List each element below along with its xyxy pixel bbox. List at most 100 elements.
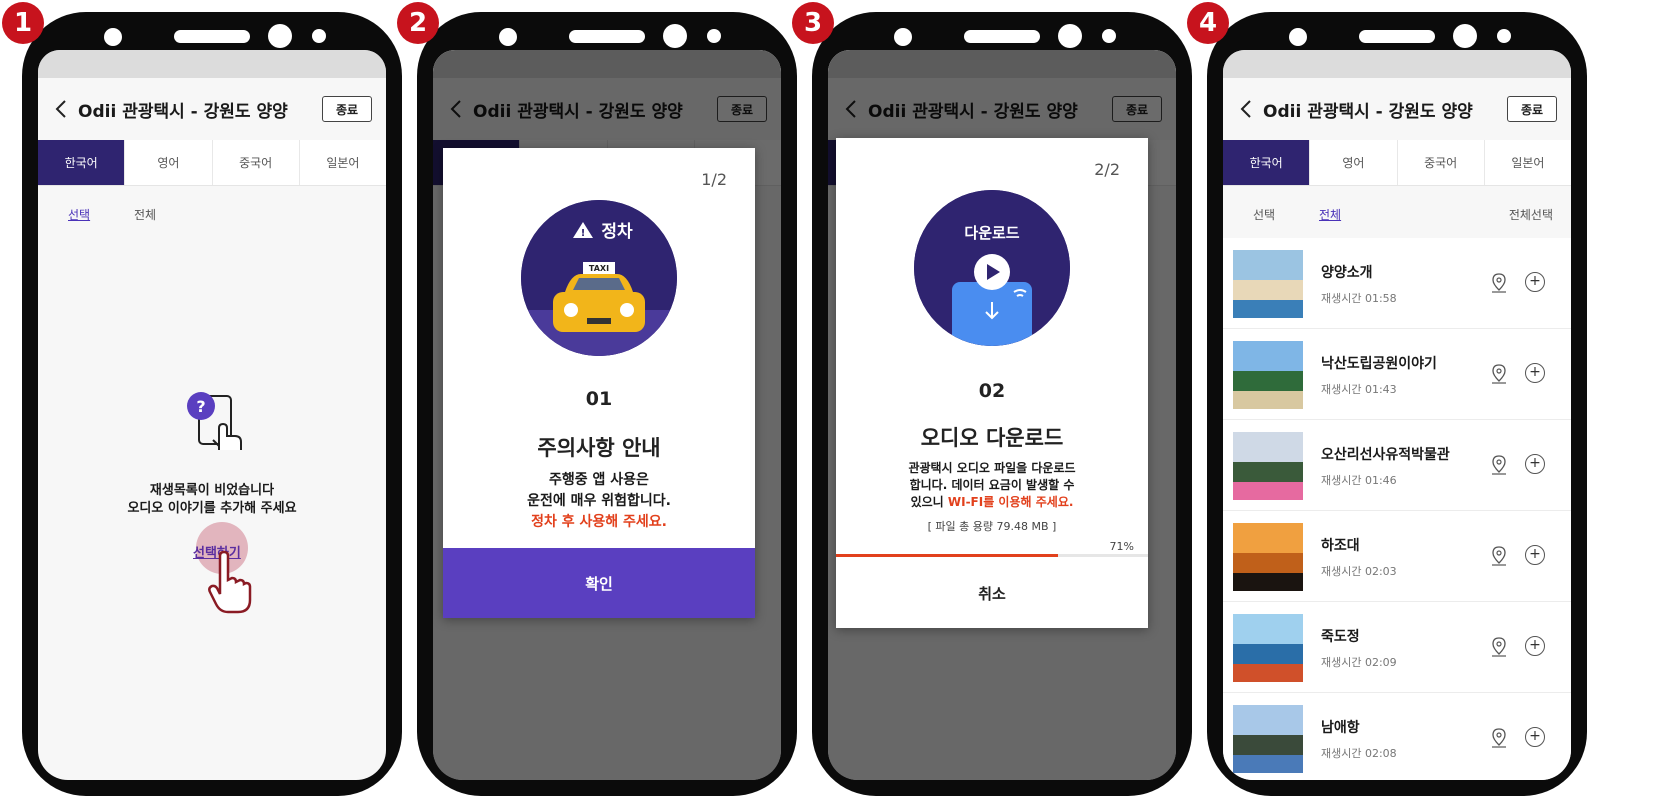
body-line-3: 있으니 WI-FI를 이용해 주세요.: [836, 494, 1148, 511]
list-item[interactable]: 남애항 재생시간 02:08 +: [1223, 693, 1571, 780]
item-title: 낙산도립공원이야기: [1321, 356, 1437, 372]
list-item[interactable]: 양양소개재생시간 01:58 +: [1223, 238, 1571, 329]
app-header: Odii 관광택시 - 강원도 양양 종료: [38, 78, 386, 140]
step-badge-1: 1: [2, 2, 44, 44]
filter-all[interactable]: 전체: [134, 206, 156, 223]
empty-message: 재생목록이 비었습니다 오디오 이야기를 추가해 주세요: [38, 482, 386, 518]
filter-tabs: 선택 전체 전체선택: [1223, 186, 1571, 238]
body-line-2: 운전에 매우 위험합니다.: [527, 493, 671, 509]
body-line-3-text: 있으니: [910, 495, 948, 509]
filter-selected[interactable]: 선택: [68, 206, 90, 223]
map-pin-icon[interactable]: [1489, 545, 1509, 567]
page-indicator: 1/2: [701, 170, 727, 189]
map-pin-icon[interactable]: [1489, 636, 1509, 658]
tutorial-stage: 1 2 3 4 Odii 관광택시 - 강원도 양양 종료 한국어 영어 중국어: [0, 0, 1675, 801]
screen-4: Odii 관광택시 - 강원도 양양 종료 한국어 영어 중국어 일본어 선택 …: [1223, 50, 1571, 780]
item-duration: 재생시간 02:09: [1321, 656, 1397, 669]
phone-2: Odii 관광택시 - 강원도 양양 종료 한국어 영어 중국어 일본어 1/2…: [417, 12, 797, 796]
item-thumbnail: [1233, 432, 1303, 500]
hand-pointer-icon: [206, 550, 254, 616]
empty-line-1: 재생목록이 비었습니다: [149, 483, 275, 498]
body-line-2: 합니다. 데이터 요금이 발생할 수: [909, 478, 1075, 492]
list-item[interactable]: 하조대 재생시간 02:03 +: [1223, 511, 1571, 602]
item-title: 양양소개: [1321, 265, 1373, 281]
map-pin-icon[interactable]: [1489, 272, 1509, 294]
sensor-dot: [1497, 29, 1511, 43]
item-thumbnail: [1233, 250, 1303, 318]
tab-english[interactable]: 영어: [125, 140, 213, 185]
body-line-1: 관광택시 오디오 파일을 다운로드: [908, 461, 1076, 475]
modal-body: 주행중 앱 사용은 운전에 매우 위험합니다. 정차 후 사용해 주세요.: [443, 470, 755, 533]
back-icon[interactable]: [46, 94, 76, 124]
cancel-button[interactable]: 취소: [836, 558, 1148, 628]
map-pin-icon[interactable]: [1489, 363, 1509, 385]
language-tabs: 한국어 영어 중국어 일본어: [38, 140, 386, 186]
screen-3: Odii 관광택시 - 강원도 양양 종료 한국어 영어 중국어 일본어 2/2…: [828, 50, 1176, 780]
sensor-dot: [1058, 24, 1082, 48]
empty-line-2: 오디오 이야기를 추가해 주세요: [127, 501, 297, 516]
camera-dot: [499, 28, 517, 46]
download-illustration: 다운로드: [914, 190, 1070, 346]
page-title: Odii 관광택시 - 강원도 양양: [1263, 101, 1473, 122]
end-button[interactable]: 종료: [322, 96, 372, 122]
status-bar: [1223, 50, 1571, 78]
modal-heading: 주의사항 안내: [537, 436, 661, 460]
speaker-bar: [569, 30, 645, 43]
add-icon[interactable]: +: [1525, 727, 1545, 747]
speaker-bar: [1359, 30, 1435, 43]
step-badge-2: 2: [397, 2, 439, 44]
item-title: 오산리선사유적박물관: [1321, 447, 1450, 463]
tab-chinese[interactable]: 중국어: [1398, 140, 1485, 185]
sensor-dot: [312, 29, 326, 43]
filter-selected[interactable]: 선택: [1253, 206, 1275, 223]
item-duration: 재생시간 01:58: [1321, 292, 1397, 305]
modal-body: 관광택시 오디오 파일을 다운로드 합니다. 데이터 요금이 발생할 수 있으니…: [836, 460, 1148, 511]
page-title: Odii 관광택시 - 강원도 양양: [78, 101, 288, 122]
sensor-dot: [707, 29, 721, 43]
item-title: 죽도정: [1321, 629, 1360, 645]
progress-track: [836, 554, 1148, 557]
tab-korean[interactable]: 한국어: [38, 140, 126, 185]
tab-korean[interactable]: 한국어: [1223, 140, 1311, 185]
page-indicator: 2/2: [1094, 160, 1120, 179]
phone-top-bezel: [22, 24, 402, 50]
phone-top-bezel: [417, 24, 797, 50]
tab-chinese[interactable]: 중국어: [213, 140, 300, 185]
tab-english[interactable]: 영어: [1310, 140, 1398, 185]
list-item[interactable]: 낙산도립공원이야기 재생시간 01:43 +: [1223, 329, 1571, 420]
warning-text: 정차 후 사용해 주세요.: [531, 514, 667, 530]
map-pin-icon[interactable]: [1489, 454, 1509, 476]
add-icon[interactable]: +: [1525, 363, 1545, 383]
list-item[interactable]: 죽도정재생시간 02:09 +: [1223, 602, 1571, 693]
caution-modal: 1/2 ! 정차 TAXI 01 주의사항 안내 주행중 앱 사용은 운전에 매…: [443, 148, 755, 618]
phone-3: Odii 관광택시 - 강원도 양양 종료 한국어 영어 중국어 일본어 2/2…: [812, 12, 1192, 796]
item-thumbnail: [1233, 341, 1303, 409]
empty-playlist-icon: ?: [183, 388, 253, 458]
end-button[interactable]: 종료: [1507, 96, 1557, 122]
item-title: 하조대: [1321, 538, 1360, 554]
back-icon[interactable]: [1231, 94, 1261, 124]
sensor-dot: [1102, 29, 1116, 43]
wifi-warning: WI-FI를 이용해 주세요.: [947, 495, 1074, 509]
sensor-dot: [663, 24, 687, 48]
speaker-bar: [174, 30, 250, 43]
speaker-bar: [964, 30, 1040, 43]
add-icon[interactable]: +: [1525, 454, 1545, 474]
phone-top-bezel: [812, 24, 1192, 50]
item-thumbnail: [1233, 523, 1303, 591]
progress-percent: 71%: [1109, 540, 1134, 553]
tab-japanese[interactable]: 일본어: [1485, 140, 1571, 185]
add-icon[interactable]: +: [1525, 272, 1545, 292]
map-pin-icon[interactable]: [1489, 727, 1509, 749]
tab-japanese[interactable]: 일본어: [300, 140, 386, 185]
select-all-button[interactable]: 전체선택: [1509, 206, 1553, 223]
confirm-button[interactable]: 확인: [443, 548, 755, 618]
item-thumbnail: [1233, 614, 1303, 682]
step-badge-4: 4: [1187, 2, 1229, 44]
step-number: 01: [585, 388, 613, 410]
add-icon[interactable]: +: [1525, 545, 1545, 565]
list-item[interactable]: 오산리선사유적박물관 재생시간 01:46 +: [1223, 420, 1571, 511]
filter-all[interactable]: 전체: [1319, 206, 1341, 223]
item-title: 남애항: [1321, 720, 1360, 736]
add-icon[interactable]: +: [1525, 636, 1545, 656]
